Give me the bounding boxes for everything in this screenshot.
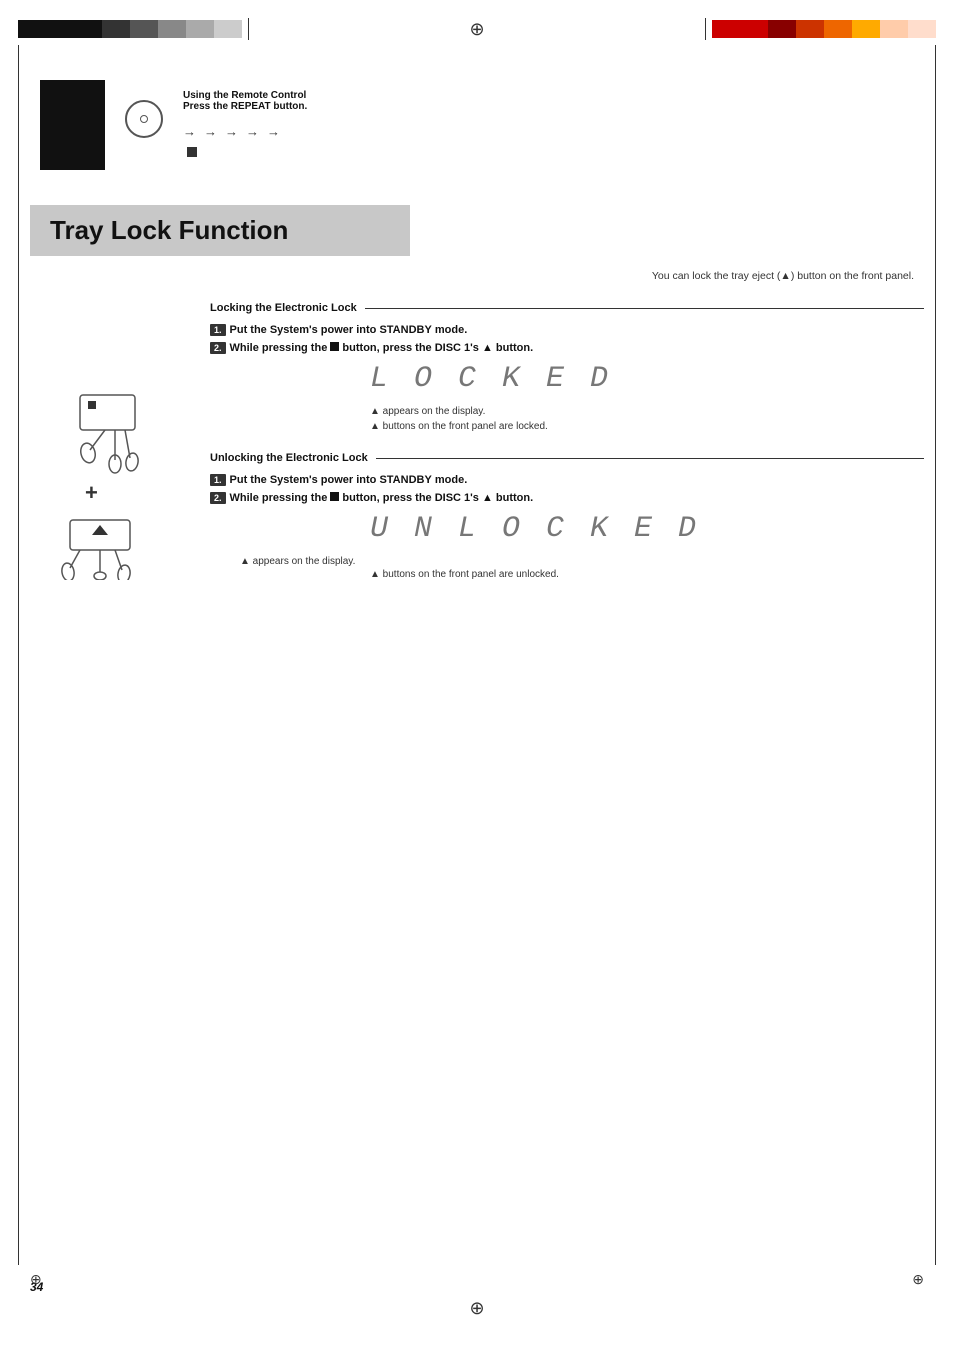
locking-step-1: 1. Put the System's power into STANDBY m… (210, 324, 924, 336)
tray-lock-section: Tray Lock Function You can lock the tray… (30, 205, 924, 282)
unlocked-note2: ▲ buttons on the front panel are unlocke… (370, 569, 924, 580)
unlocked-note1: ▲ appears on the display. (240, 556, 924, 567)
bottom-right-crosshair: ⊕ (912, 1271, 924, 1289)
locked-note1: ▲ appears on the display. (370, 406, 924, 417)
locking-step-2: 2. While pressing the button, press the … (210, 342, 924, 354)
unlocking-step2-text: While pressing the button, press the DIS… (230, 492, 534, 504)
bottom-hand-svg (50, 500, 200, 580)
unlocking-step1-num: 1. (210, 474, 226, 486)
locking-step1-num: 1. (210, 324, 226, 336)
circle-inner (140, 115, 148, 123)
locking-section-line (365, 308, 924, 309)
arrow3: → (225, 124, 238, 139)
top-bar: ⊕ (0, 18, 954, 40)
stop-icon1 (330, 342, 339, 351)
locked-display: L O C K E D (370, 362, 924, 396)
locking-step1-text: Put the System's power into STANDBY mode… (230, 324, 468, 336)
left-edge-line (18, 45, 19, 1265)
bottom-crosshair: ⊕ (469, 1298, 484, 1319)
arrow5: → (267, 124, 280, 139)
bottom-bar: ⊕ (0, 1298, 954, 1319)
bottom-left-crosshair: ⊕ (30, 1271, 42, 1289)
page-content: Using the Remote Control Press the REPEA… (30, 50, 924, 580)
arrow2: → (204, 124, 217, 139)
circle-icon (125, 100, 163, 138)
right-edge-line (935, 45, 936, 1265)
eject-arrow-note4: ▲ (370, 569, 380, 580)
eject-sym-note: ▲ (780, 270, 790, 282)
tray-lock-bg: Tray Lock Function (30, 205, 410, 256)
small-square-icon (187, 147, 197, 157)
unlocking-step-2: 2. While pressing the button, press the … (210, 492, 924, 504)
arrow4: → (246, 124, 259, 139)
eject-arrow-note3: ▲ (240, 556, 250, 567)
unlocking-step-1: 1. Put the System's power into STANDBY m… (210, 474, 924, 486)
top-bar-right (712, 20, 936, 38)
eject-arrow-note1: ▲ (370, 406, 380, 417)
locking-header-text: Locking the Electronic Lock (210, 302, 357, 314)
locked-note2: ▲ buttons on the front panel are locked. (370, 421, 924, 432)
remote-title-line2: Press the REPEAT button. (183, 101, 307, 112)
arrows-row: → → → → → (183, 124, 307, 139)
tray-lock-title: Tray Lock Function (50, 215, 288, 245)
unlocking-step1-text: Put the System's power into STANDBY mode… (230, 474, 468, 486)
unlocked-display: U N L O C K E D (370, 512, 924, 546)
arrow1: → (183, 124, 196, 139)
unlocking-section-header: Unlocking the Electronic Lock (210, 452, 924, 464)
top-crosshair: ⊕ (469, 19, 484, 40)
stop-icon2 (330, 492, 339, 501)
instructions-area: Locking the Electronic Lock 1. Put the S… (210, 302, 924, 580)
eject-arrow-note2: ▲ (370, 421, 380, 432)
tray-lock-note: You can lock the tray eject (▲) button o… (30, 270, 924, 282)
locking-step2-text: While pressing the button, press the DIS… (230, 342, 534, 354)
black-box-icon (40, 80, 105, 170)
locking-step2-num: 2. (210, 342, 226, 354)
unlocking-step2-num: 2. (210, 492, 226, 504)
hand-svg (50, 390, 200, 490)
hand-diagram (50, 390, 200, 495)
locking-section-header: Locking the Electronic Lock (210, 302, 924, 314)
remote-title-line1: Using the Remote Control (183, 90, 307, 101)
unlocking-header-text: Unlocking the Electronic Lock (210, 452, 368, 464)
unlocking-section-line (376, 458, 924, 459)
bottom-hand-diagram (50, 500, 200, 585)
remote-section: Using the Remote Control Press the REPEA… (40, 80, 924, 170)
remote-text: Using the Remote Control Press the REPEA… (183, 90, 307, 157)
top-bar-left (18, 20, 242, 38)
